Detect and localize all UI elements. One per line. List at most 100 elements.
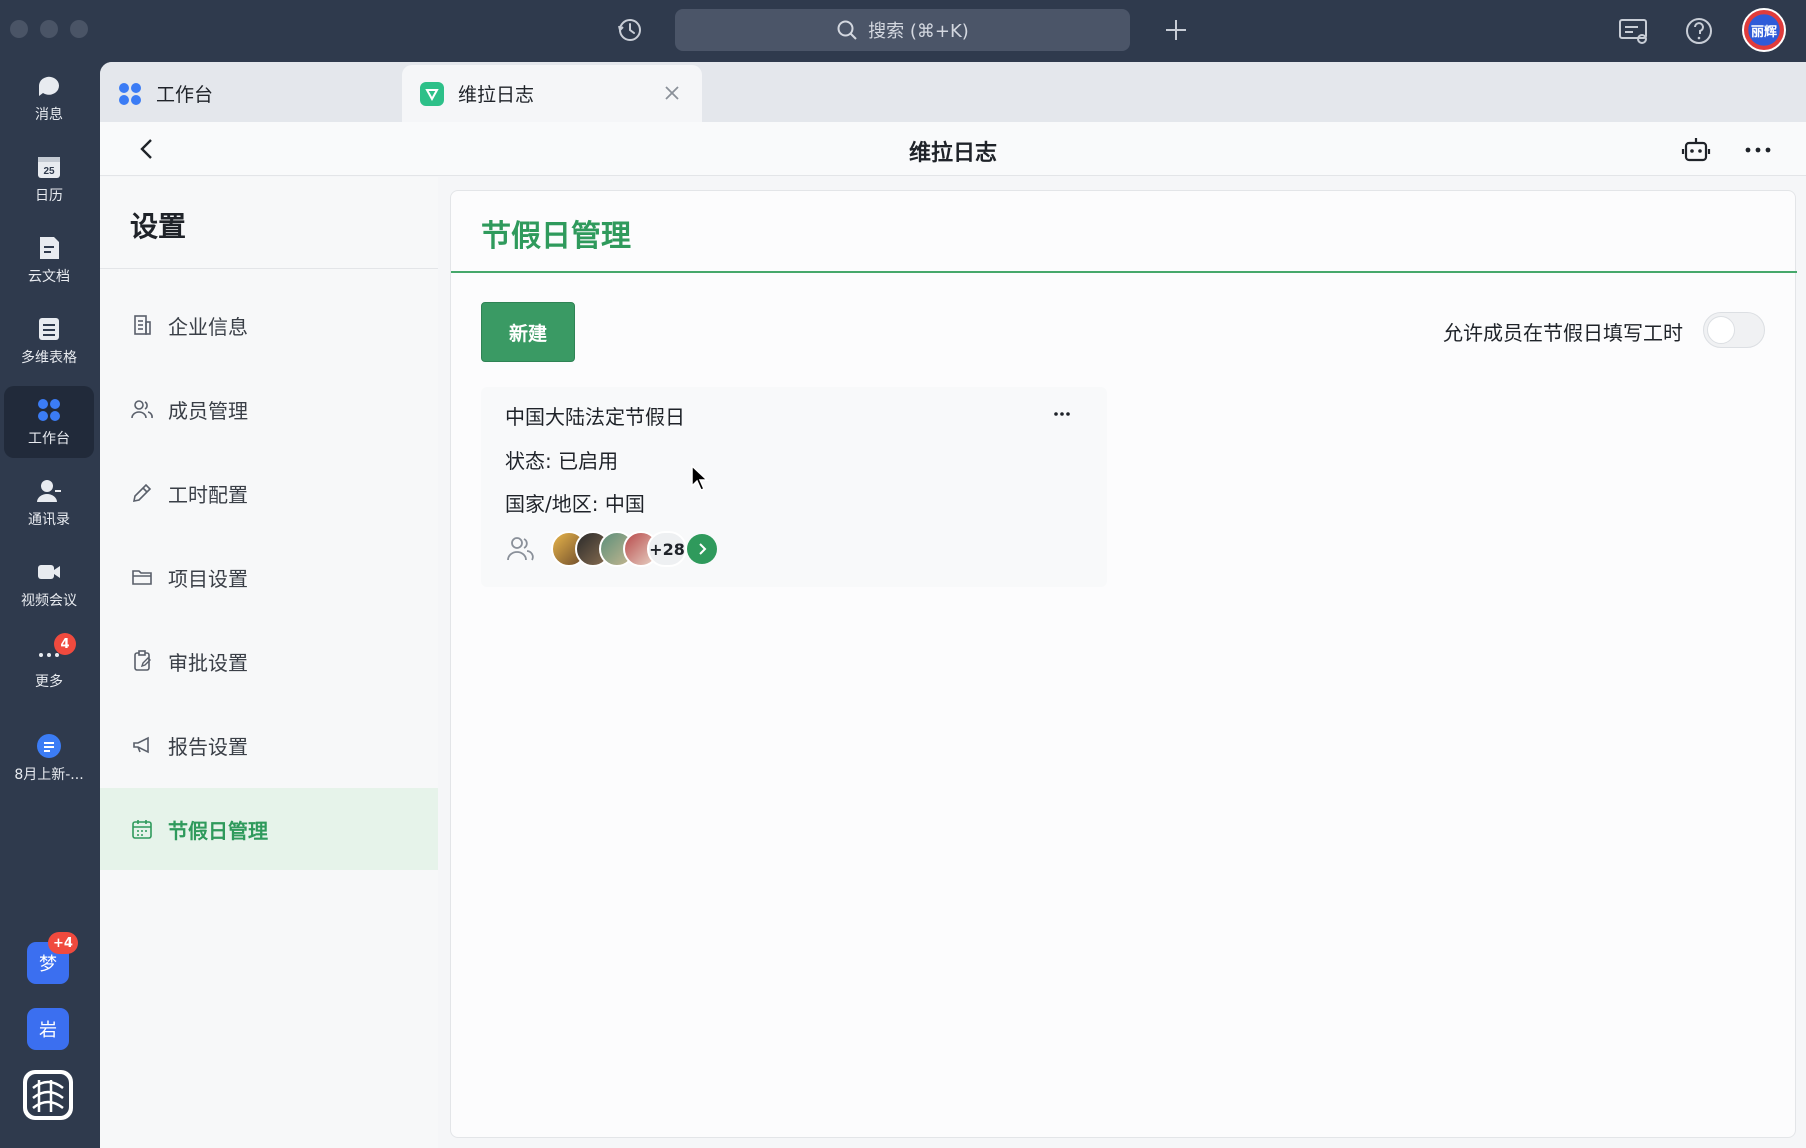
- clipboard-icon: [134, 650, 151, 671]
- menu-item-hours-config[interactable]: 工时配置: [100, 452, 438, 534]
- app-pattern-icon[interactable]: [21, 1068, 75, 1122]
- rail-item-video-meeting[interactable]: 视频会议: [4, 548, 94, 620]
- app-window: 工作台 维拉日志 维拉日志 设置 企业信息 成员管理 工时配置 项目设置 审批设…: [100, 62, 1806, 1148]
- help-icon[interactable]: [1682, 14, 1716, 48]
- rail-item-label: 日历: [35, 188, 63, 204]
- pencil-icon: [132, 483, 152, 503]
- menu-item-holiday-management[interactable]: 节假日管理: [100, 788, 438, 870]
- card-title: 中国大陆法定节假日: [505, 405, 685, 429]
- rail-item-label: 消息: [35, 107, 63, 123]
- rail-item-label: 8月上新-...: [14, 767, 84, 783]
- app-yan[interactable]: 岩: [27, 1008, 69, 1050]
- more-options-icon[interactable]: [1742, 134, 1774, 166]
- user-avatar[interactable]: 丽辉: [1742, 8, 1786, 52]
- rail-item-workspace[interactable]: 工作台: [4, 386, 94, 458]
- rail-item-label: 通讯录: [28, 512, 70, 528]
- holiday-calendar-card[interactable]: 中国大陆法定节假日 状态: 已启用 国家/地区: 中国 +28: [481, 387, 1107, 587]
- megaphone-icon: [133, 736, 149, 754]
- card-region: 国家/地区: 中国: [505, 492, 645, 516]
- rail-item-contacts[interactable]: 通讯录: [4, 467, 94, 539]
- members-expand-button[interactable]: [687, 534, 717, 564]
- search-placeholder: 搜索 (⌘+K): [868, 21, 969, 42]
- message-icon: [38, 76, 59, 96]
- tab-workspace[interactable]: 工作台: [100, 65, 400, 122]
- menu-item-label: 成员管理: [168, 398, 248, 423]
- rail-item-label: 视频会议: [21, 593, 77, 609]
- menu-item-report-settings[interactable]: 报告设置: [100, 704, 438, 786]
- left-rail: 消息 25 日历 云文档 多维表格 工作台 通讯录 视频会议 更多 4 8月上新…: [0, 62, 100, 1148]
- more-badge: 4: [54, 633, 76, 655]
- menu-item-label: 项目设置: [168, 566, 248, 591]
- folder-icon: [132, 570, 152, 585]
- more-members-count: +28: [647, 531, 687, 567]
- menu-item-label: 企业信息: [168, 314, 248, 339]
- tab-vira-log[interactable]: 维拉日志: [402, 65, 702, 122]
- settings-sidebar: 设置 企业信息 成员管理 工时配置 项目设置 审批设置 报告设置 节假日管理: [100, 177, 438, 1148]
- title-underline: [451, 271, 1797, 273]
- history-icon[interactable]: [614, 14, 646, 46]
- holiday-hours-toggle-label: 允许成员在节假日填写工时: [1443, 321, 1683, 345]
- svg-text:25: 25: [43, 166, 55, 177]
- workspace-icon: [119, 82, 141, 105]
- rail-item-calendar[interactable]: 25 日历: [4, 143, 94, 215]
- rail-item-label: 工作台: [28, 431, 70, 447]
- panel-title: 节假日管理: [481, 219, 631, 254]
- calendar-grid-icon: [132, 820, 152, 839]
- rail-item-cloud-docs[interactable]: 云文档: [4, 224, 94, 296]
- rail-item-label: 多维表格: [21, 350, 77, 366]
- app-meng-label: 梦: [39, 954, 57, 975]
- mouse-cursor-icon: [691, 464, 709, 491]
- contacts-icon: [37, 480, 61, 502]
- menu-item-project-settings[interactable]: 项目设置: [100, 536, 438, 618]
- new-button[interactable]: 新建: [481, 302, 575, 362]
- search-icon: [837, 20, 857, 40]
- rail-item-label: 更多: [35, 674, 63, 690]
- screen-share-icon[interactable]: [1616, 14, 1650, 48]
- close-icon[interactable]: [662, 83, 682, 103]
- tab-label: 维拉日志: [458, 84, 535, 106]
- menu-item-label: 工时配置: [168, 482, 248, 507]
- app-yan-label: 岩: [39, 1020, 57, 1041]
- plus-icon[interactable]: [1160, 14, 1192, 46]
- workspace-icon: [38, 399, 60, 421]
- menu-item-label: 报告设置: [168, 734, 248, 759]
- member-avatars[interactable]: +28: [551, 531, 687, 567]
- window-close-button[interactable]: [10, 20, 28, 38]
- holiday-hours-toggle[interactable]: [1703, 312, 1765, 348]
- toggle-knob: [1707, 316, 1735, 344]
- calendar-icon: 25: [38, 157, 60, 178]
- menu-item-label: 审批设置: [168, 650, 248, 675]
- doc-icon: [37, 734, 61, 758]
- tab-label: 工作台: [156, 84, 214, 106]
- window-zoom-button[interactable]: [70, 20, 88, 38]
- tab-strip: 工作台 维拉日志: [100, 62, 1806, 122]
- building-icon: [134, 315, 151, 335]
- card-more-icon[interactable]: [1049, 401, 1075, 427]
- users-icon: [131, 400, 153, 419]
- app-title: 维拉日志: [908, 141, 997, 166]
- menu-item-label: 节假日管理: [168, 818, 268, 843]
- title-bar: 搜索 (⌘+K) 丽辉: [0, 0, 1806, 62]
- rail-item-label: 云文档: [28, 269, 70, 285]
- menu-item-member-management[interactable]: 成员管理: [100, 368, 438, 450]
- vira-logo-icon: [420, 81, 444, 106]
- rail-item-messages[interactable]: 消息: [4, 62, 94, 134]
- chevron-right-icon: [699, 543, 707, 555]
- video-icon: [38, 565, 60, 579]
- search-input[interactable]: 搜索 (⌘+K): [675, 9, 1130, 51]
- card-status: 状态: 已启用: [505, 449, 619, 473]
- app-header: 维拉日志: [100, 122, 1806, 176]
- divider: [100, 268, 438, 269]
- holiday-panel: 节假日管理 新建 允许成员在节假日填写工时 中国大陆法定节假日 状态: 已启用 …: [450, 190, 1797, 1138]
- window-minimize-button[interactable]: [40, 20, 58, 38]
- cloud-doc-icon: [40, 237, 59, 259]
- bot-icon[interactable]: [1680, 134, 1712, 166]
- rail-item-pinned-doc[interactable]: 8月上新-...: [4, 722, 94, 794]
- rail-item-base[interactable]: 多维表格: [4, 305, 94, 377]
- rail-item-more[interactable]: 更多 4: [4, 629, 94, 701]
- menu-item-company-info[interactable]: 企业信息: [100, 284, 438, 366]
- menu-item-approval-settings[interactable]: 审批设置: [100, 620, 438, 702]
- settings-title: 设置: [130, 210, 187, 243]
- table-icon: [39, 318, 59, 340]
- members-icon: [507, 537, 534, 561]
